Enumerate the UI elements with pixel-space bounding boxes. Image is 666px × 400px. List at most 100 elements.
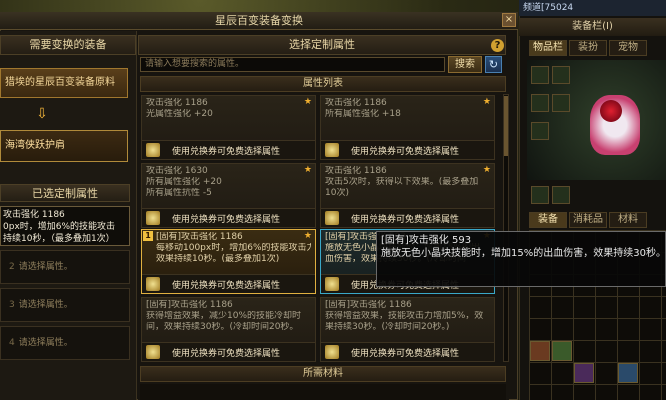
attr-slot-2[interactable]: 2 请选择属性。	[0, 250, 130, 284]
attr-card[interactable]: [固有]攻击强化 1186 获得增益效果，技能攻击力增加5%，效 果持续30秒。(冷…	[320, 297, 495, 362]
use-ticket-label: 使用兑换券可免费选择属性	[172, 281, 281, 291]
refresh-icon[interactable]: ↻	[485, 56, 502, 73]
card-line: 效果持续10秒。(最多叠加1次)	[156, 254, 280, 264]
select-attr-head: 选择定制属性	[138, 35, 506, 55]
card-line: 获得增益效果，技能攻击力增加5%，效	[325, 311, 484, 321]
use-ticket-label: 使用兑换券可免费选择属性	[351, 215, 460, 225]
card-line: 10次)	[325, 188, 349, 198]
rose-icon	[600, 100, 622, 122]
card-line: 攻击5次时，获得以下效果。(最多叠加	[325, 177, 479, 187]
slot-label: 请选择属性。	[18, 338, 73, 348]
selected-attr-line: 攻击强化 1186	[3, 210, 65, 220]
ticket-icon	[325, 211, 339, 225]
inventory-item[interactable]	[530, 341, 550, 361]
inventory-title: 装备栏(I)	[519, 18, 666, 36]
slot-label: 请选择属性。	[18, 262, 73, 272]
card-line: [固有]攻击强化 1186	[325, 300, 412, 310]
card-line: 间，效果持续30秒。(冷却时间20秒。	[146, 322, 299, 332]
slot-number: 2	[9, 262, 15, 272]
selected-attr-slot-1[interactable]: 攻击强化 1186 0px时，增加6%的技能攻击 持续10秒，（最多叠加1次）	[0, 206, 130, 246]
ticket-icon	[146, 143, 160, 157]
scrollbar-thumb[interactable]	[504, 96, 508, 156]
card-line: [固有]攻击强化 1186	[146, 300, 233, 310]
attr-card[interactable]: [固有]攻击强化 1186 获得增益效果，减少10%的技能冷却时 间，效果持续30秒…	[141, 297, 316, 362]
card-line: 每移动100px时，增加6%的技能攻击力。	[156, 243, 311, 253]
star-icon: ★	[303, 165, 312, 175]
use-ticket-bar[interactable]: 使用兑换券可免费选择属性	[321, 342, 494, 361]
tab-items[interactable]: 物品栏	[529, 40, 567, 56]
attr-card-selected[interactable]: 1 [固有]攻击强化 1186 每移动100px时，增加6%的技能攻击力。 效果持续…	[141, 229, 316, 294]
slot-number: 3	[9, 300, 15, 310]
use-ticket-bar[interactable]: 使用兑换券可免费选择属性	[142, 208, 315, 227]
use-ticket-bar[interactable]: 使用兑换券可免费选择属性	[142, 342, 315, 361]
ticket-icon	[146, 211, 160, 225]
card-line: 攻击强化 1186	[325, 98, 387, 108]
attr-slot-4[interactable]: 4 请选择属性。	[0, 326, 130, 360]
attr-card[interactable]: 攻击强化 1186 光属性强化 +20 ★ 使用兑换券可免费选择属性	[141, 95, 316, 160]
use-ticket-bar[interactable]: 使用兑换券可免费选择属性	[321, 208, 494, 227]
card-line: 攻击强化 1630	[146, 166, 208, 176]
target-item[interactable]: 海湾侠跃护肩	[0, 130, 128, 162]
attr-card[interactable]: 攻击强化 1186 攻击5次时，获得以下效果。(最多叠加 10次) ★ 使用兑换券可…	[320, 163, 495, 228]
equip-slot[interactable]	[531, 66, 549, 84]
card-line: 攻击强化 1186	[325, 166, 387, 176]
materials-head: 所需材料	[140, 366, 506, 382]
ticket-icon	[325, 143, 339, 157]
card-line: 获得增益效果，减少10%的技能冷却时	[146, 311, 302, 321]
use-ticket-label: 使用兑换券可免费选择属性	[351, 349, 460, 359]
equip-slot[interactable]	[552, 94, 570, 112]
materials-strip	[140, 384, 506, 400]
card-line: 所有属性强化 +20	[146, 177, 222, 187]
tab-equipment[interactable]: 装备	[529, 212, 567, 228]
equip-slot[interactable]	[531, 122, 549, 140]
source-item-button[interactable]: 猎埃的星辰百变装备原料	[0, 68, 128, 98]
use-ticket-label: 使用兑换券可免费选择属性	[351, 147, 460, 157]
use-ticket-bar[interactable]: 使用兑换券可免费选择属性	[142, 274, 315, 293]
card-line: [固有]攻击强化 1186	[156, 232, 243, 242]
equip-slot[interactable]	[552, 186, 570, 204]
channel-label: 频道[75024	[519, 0, 666, 16]
search-button[interactable]: 搜索	[448, 56, 482, 73]
card-line: 所有属性强化 +18	[325, 109, 401, 119]
use-ticket-label: 使用兑换券可免费选择属性	[172, 215, 281, 225]
slot-label: 请选择属性。	[18, 300, 73, 310]
use-ticket-label: 使用兑换券可免费选择属性	[172, 147, 281, 157]
tab-consumables[interactable]: 消耗品	[569, 212, 607, 228]
card-line: 所有属性抗性 -5	[146, 188, 212, 198]
star-icon: ★	[482, 165, 491, 175]
star-icon: ★	[303, 231, 312, 241]
equip-slot[interactable]	[531, 94, 549, 112]
help-icon[interactable]: ?	[491, 39, 504, 52]
selected-attr-line: 持续10秒，（最多叠加1次）	[3, 234, 115, 244]
use-ticket-bar[interactable]: 使用兑换券可免费选择属性	[142, 140, 315, 159]
attr-slot-3[interactable]: 3 请选择属性。	[0, 288, 130, 322]
card-line: 果持续30秒。(冷却时间20秒。)	[325, 322, 450, 332]
use-ticket-label: 使用兑换券可免费选择属性	[172, 349, 281, 359]
attr-card[interactable]: 攻击强化 1630 所有属性强化 +20 所有属性抗性 -5 ★ 使用兑换券可免费选…	[141, 163, 316, 228]
tab-avatar[interactable]: 装扮	[569, 40, 607, 56]
star-icon: ★	[482, 97, 491, 107]
card-line: 光属性强化 +20	[146, 109, 213, 119]
card-line: 攻击强化 1186	[146, 98, 208, 108]
tab-materials[interactable]: 材料	[609, 212, 647, 228]
attr-list-head: 属性列表	[140, 76, 506, 92]
attr-card[interactable]: 攻击强化 1186 所有属性强化 +18 ★ 使用兑换券可免费选择属性	[320, 95, 495, 160]
equip-slot[interactable]	[552, 66, 570, 84]
star-icon: ★	[303, 97, 312, 107]
need-equipment-head: 需要变换的装备	[0, 35, 136, 55]
inventory-item[interactable]	[552, 341, 572, 361]
search-input[interactable]: 请输入想要搜索的属性。	[140, 57, 445, 72]
selection-order-badge: 1	[143, 231, 153, 241]
inventory-item[interactable]	[574, 363, 594, 383]
inventory-item[interactable]	[618, 363, 638, 383]
arrow-down-icon: ⇩	[36, 106, 48, 122]
equip-slot[interactable]	[531, 186, 549, 204]
window-title: 星辰百变装备变换	[0, 12, 518, 30]
slot-number: 4	[9, 338, 15, 348]
tab-pet[interactable]: 宠物	[609, 40, 647, 56]
attr-tooltip: [固有]攻击强化 593 施放无色小晶块技能时，增加15%的出血伤害，效果持续3…	[376, 231, 666, 287]
tooltip-line: 施放无色小晶块技能时，增加15%的出血伤害，效果持续30秒。(冷却时	[381, 248, 666, 259]
ticket-icon	[146, 277, 160, 291]
use-ticket-bar[interactable]: 使用兑换券可免费选择属性	[321, 140, 494, 159]
close-button[interactable]: ×	[502, 13, 516, 27]
